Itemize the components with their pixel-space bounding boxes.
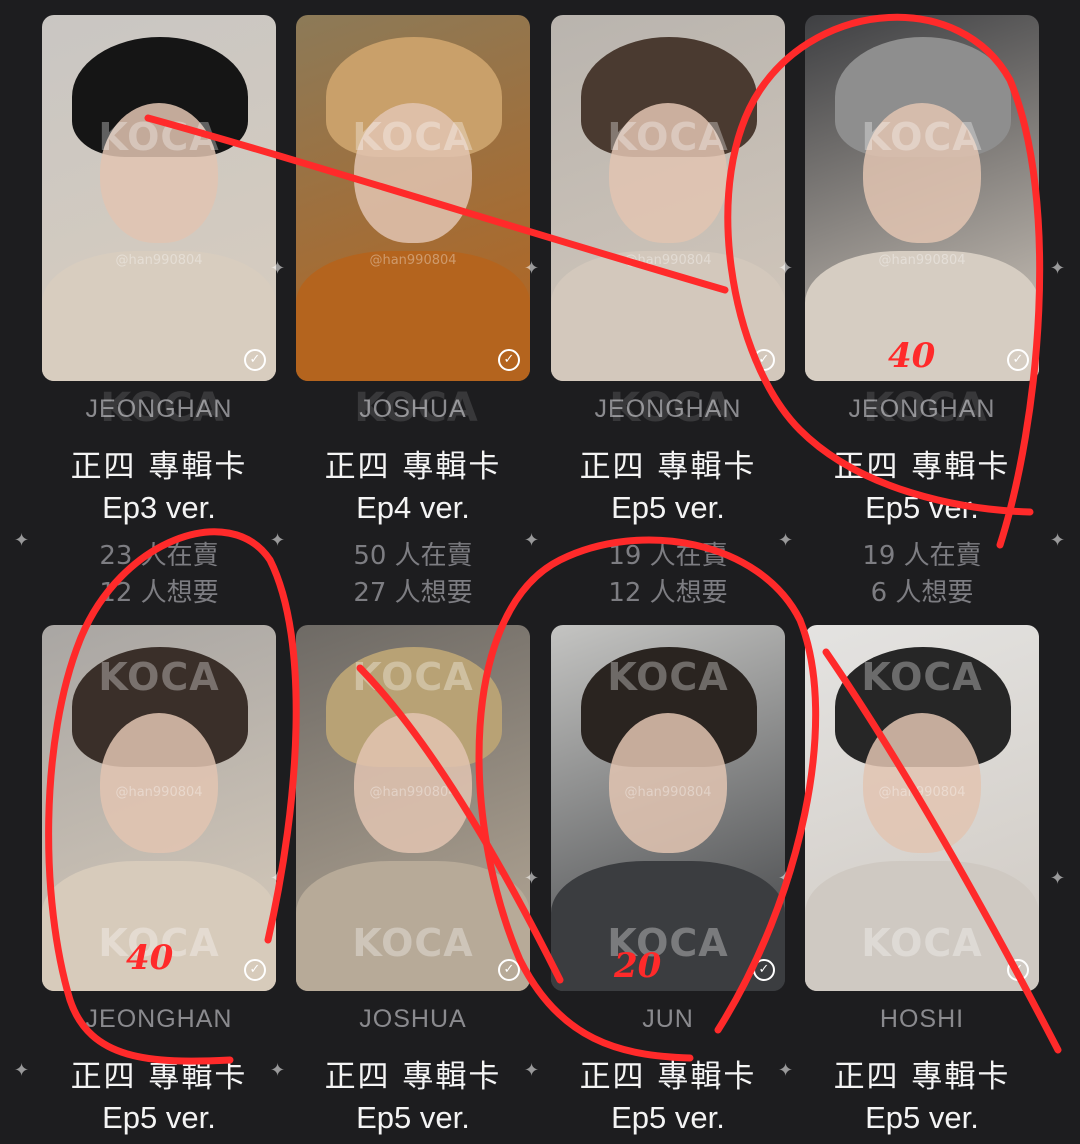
annotation-stroke-circle-top-right xyxy=(724,13,1044,549)
annotation-stroke-line-bottom-middle xyxy=(356,664,564,984)
annotation-price: 40 xyxy=(126,938,174,978)
annotation-stroke-loop-bottom-left xyxy=(45,528,300,1065)
annotation-stroke-line-bottom-right xyxy=(822,648,1062,1054)
annotation-stroke-line-top xyxy=(144,114,729,294)
annotation-price: 20 xyxy=(614,946,662,986)
annotation-price: 40 xyxy=(888,336,936,376)
